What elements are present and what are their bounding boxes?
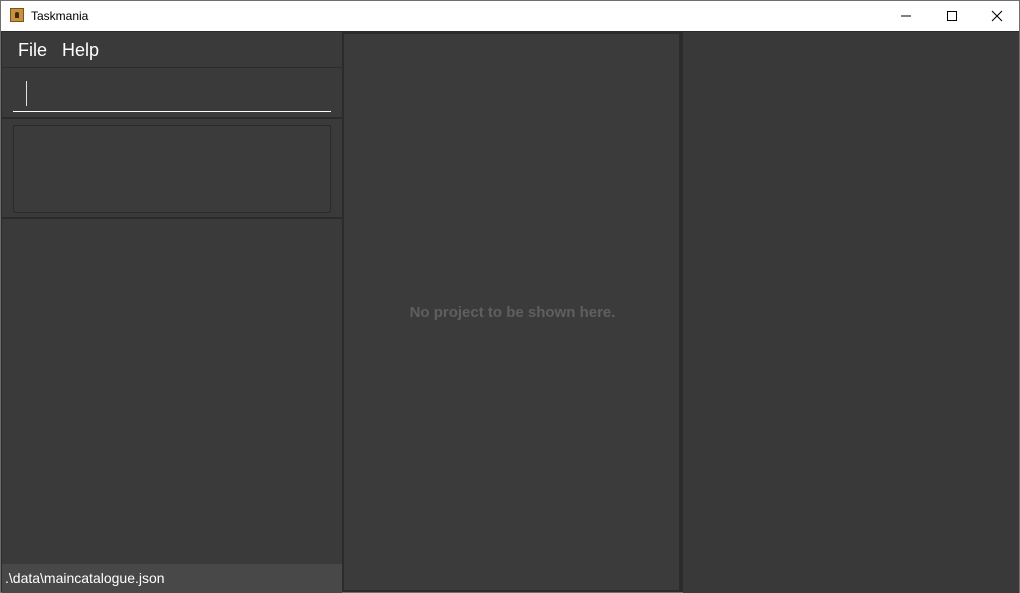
close-button[interactable] <box>974 1 1020 31</box>
detail-panel[interactable] <box>683 32 1019 593</box>
project-dashboard-panel[interactable]: No project to be shown here. <box>343 33 680 591</box>
window-title: Taskmania <box>31 9 89 23</box>
app-logo-icon <box>10 8 24 22</box>
minimize-icon <box>901 15 911 17</box>
close-icon <box>991 10 1003 22</box>
menu-help[interactable]: Help <box>62 39 99 61</box>
save-location-path: .\data\maincatalogue.json <box>5 570 165 586</box>
menu-file[interactable]: File <box>18 39 47 61</box>
command-box <box>2 67 342 119</box>
empty-project-message: No project to be shown here. <box>409 304 616 321</box>
result-display-container <box>2 119 342 219</box>
left-panel: File Help .\data\maincatalogue.json <box>2 32 342 593</box>
title-bar[interactable]: Taskmania <box>1 1 1019 31</box>
maximize-button[interactable] <box>929 1 975 31</box>
status-bar: .\data\maincatalogue.json <box>2 564 342 593</box>
project-list-panel[interactable] <box>2 219 342 564</box>
result-display[interactable] <box>13 125 331 213</box>
minimize-button[interactable] <box>883 1 929 31</box>
text-caret <box>26 81 27 106</box>
command-input[interactable] <box>13 76 331 112</box>
app-window: Taskmania File Help .\data\maincatalogue… <box>0 0 1020 593</box>
maximize-icon <box>947 11 957 21</box>
menu-bar: File Help <box>2 32 342 67</box>
